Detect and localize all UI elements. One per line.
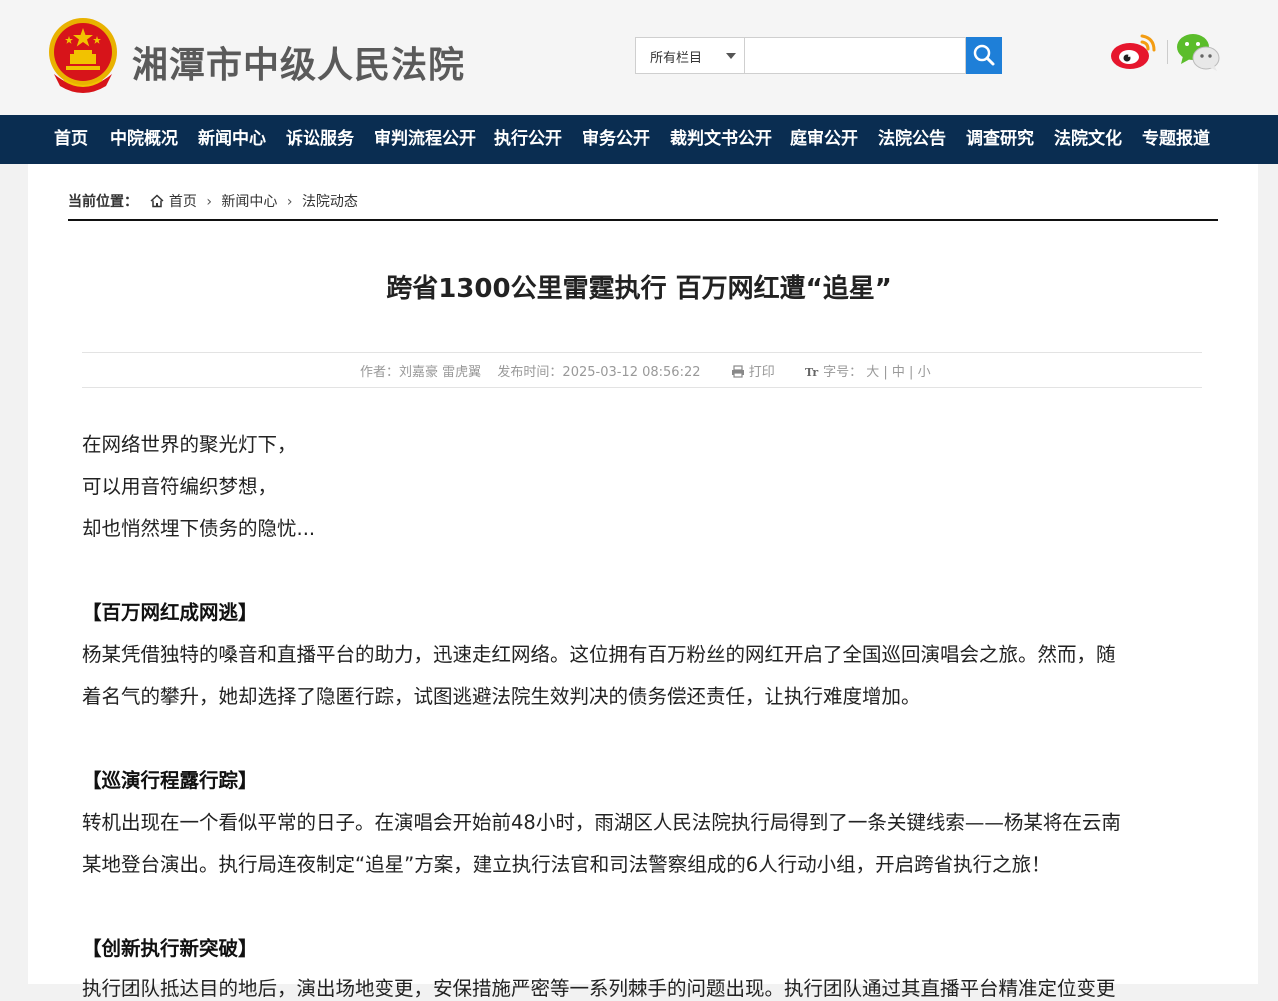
intro-line: 却也悄然埋下债务的隐忧... <box>82 517 316 540</box>
site-title: 湘潭市中级人民法院 <box>132 44 466 86</box>
nav-item-enforcement[interactable]: 执行公开 <box>494 115 562 164</box>
font-size-small[interactable]: 小 <box>918 365 931 380</box>
section-heading: 【巡演行程露行踪】 <box>82 769 258 792</box>
nav-item-hearings[interactable]: 庭审公开 <box>790 115 858 164</box>
search-scope-select[interactable]: 所有栏目 <box>635 37 745 74</box>
breadcrumb-news-center[interactable]: 新闻中心 <box>221 194 277 210</box>
search-button[interactable] <box>966 37 1002 74</box>
weibo-icon[interactable] <box>1110 30 1158 72</box>
nav-item-litigation-service[interactable]: 诉讼服务 <box>286 115 354 164</box>
article-meta: 作者：刘嘉豪 雷虎翼 发布时间：2025-03-12 08:56:22 打印 T… <box>360 365 931 380</box>
chevron-right-icon: › <box>286 194 293 210</box>
breadcrumb: 当前位置： 首页 › 新闻中心 › 法院动态 <box>68 191 358 211</box>
paragraph-line: 执行团队抵达目的地后，演出场地变更，安保措施严密等一系列棘手的问题出现。执行团队… <box>82 977 1116 1000</box>
print-link[interactable]: 打印 <box>749 365 775 380</box>
meta-divider-top <box>82 352 1202 353</box>
nav-item-court-affairs[interactable]: 审务公开 <box>582 115 650 164</box>
search-input[interactable] <box>745 37 966 74</box>
paragraph-line: 杨某凭借独特的嗓音和直播平台的助力，迅速走红网络。这位拥有百万粉丝的网红开启了全… <box>82 643 1116 666</box>
nav-item-culture[interactable]: 法院文化 <box>1054 115 1122 164</box>
section-heading: 【创新执行新突破】 <box>82 937 258 960</box>
breadcrumb-court-news[interactable]: 法院动态 <box>302 194 358 210</box>
nav-item-home[interactable]: 首页 <box>54 115 88 164</box>
breadcrumb-label: 当前位置： <box>68 194 138 210</box>
chevron-right-icon: › <box>206 194 212 210</box>
article-title: 跨省1300公里雷霆执行 百万网红遭“追星” <box>386 274 892 304</box>
search-icon <box>973 44 995 66</box>
font-size-icon: Tr <box>805 366 818 378</box>
home-icon <box>150 194 164 208</box>
search-bar: 所有栏目 <box>635 37 1002 74</box>
nav-item-trial-process[interactable]: 审判流程公开 <box>374 115 476 164</box>
intro-line: 可以用音符编织梦想， <box>82 475 278 498</box>
site-header: 湘潭市中级人民法院 所有栏目 <box>0 0 1278 115</box>
social-divider <box>1167 40 1168 64</box>
breadcrumb-home[interactable]: 首页 <box>169 194 197 210</box>
paragraph-line: 着名气的攀升，她却选择了隐匿行踪，试图逃避法院生效判决的债务偿还责任，让执行难度… <box>82 685 921 708</box>
chevron-down-icon <box>726 53 736 59</box>
paragraph-line: 转机出现在一个看似平常的日子。在演唱会开始前48小时，雨湖区人民法院执行局得到了… <box>82 811 1121 834</box>
main-nav: 首页 中院概况 新闻中心 诉讼服务 审判流程公开 执行公开 审务公开 裁判文书公… <box>0 115 1278 164</box>
nav-item-court-overview[interactable]: 中院概况 <box>110 115 178 164</box>
nav-item-announcements[interactable]: 法院公告 <box>878 115 946 164</box>
breadcrumb-divider <box>68 219 1218 221</box>
paragraph-line: 某地登台演出。执行局连夜制定“追星”方案，建立执行法官和司法警察组成的6人行动小… <box>82 853 1051 876</box>
nav-item-research[interactable]: 调查研究 <box>966 115 1034 164</box>
font-size-medium[interactable]: 中 <box>892 365 905 380</box>
national-emblem-logo[interactable] <box>44 14 122 94</box>
meta-divider-bottom <box>82 387 1202 388</box>
article-date: 发布时间：2025-03-12 08:56:22 <box>497 365 701 380</box>
svg-text:Tr: Tr <box>805 366 818 378</box>
intro-line: 在网络世界的聚光灯下， <box>82 433 297 456</box>
font-size-large[interactable]: 大 <box>866 365 879 380</box>
article-author: 作者：刘嘉豪 雷虎翼 <box>360 365 482 380</box>
section-heading: 【百万网红成网逃】 <box>82 601 258 624</box>
nav-item-judgments[interactable]: 裁判文书公开 <box>670 115 772 164</box>
nav-item-special-reports[interactable]: 专题报道 <box>1142 115 1210 164</box>
nav-item-news-center[interactable]: 新闻中心 <box>198 115 266 164</box>
search-scope-value: 所有栏目 <box>650 51 703 66</box>
printer-icon[interactable] <box>731 365 745 378</box>
wechat-icon[interactable] <box>1176 32 1220 72</box>
font-size-label: 字号： <box>823 365 863 380</box>
